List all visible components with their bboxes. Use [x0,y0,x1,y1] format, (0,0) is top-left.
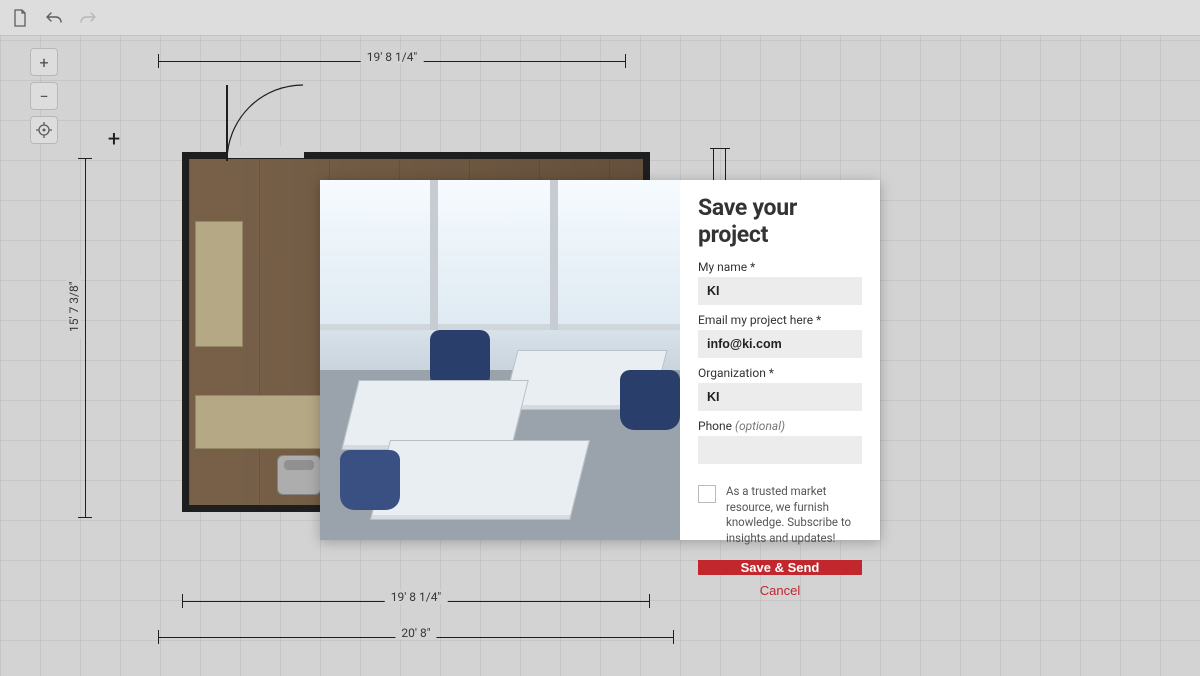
field-name: My name * [698,260,862,305]
email-label: Email my project here * [698,313,862,327]
org-input[interactable] [698,383,862,411]
subscribe-text: As a trusted market resource, we furnish… [726,484,862,546]
subscribe-checkbox[interactable] [698,485,716,503]
save-project-modal: Save your project My name * Email my pro… [320,180,880,540]
field-email: Email my project here * [698,313,862,358]
phone-optional-text: (optional) [735,419,785,433]
save-project-form: Save your project My name * Email my pro… [680,180,880,540]
modal-title: Save your project [698,194,862,248]
subscribe-row: As a trusted market resource, we furnish… [698,484,862,546]
email-input[interactable] [698,330,862,358]
field-org: Organization * [698,366,862,411]
phone-label-text: Phone [698,419,732,433]
field-phone: Phone (optional) [698,419,862,464]
org-label: Organization * [698,366,862,380]
phone-input[interactable] [698,436,862,464]
phone-label: Phone (optional) [698,419,862,433]
modal-preview-image [320,180,680,540]
save-send-button[interactable]: Save & Send [698,560,862,575]
name-input[interactable] [698,277,862,305]
cancel-button[interactable]: Cancel [698,583,862,598]
name-label: My name * [698,260,862,274]
